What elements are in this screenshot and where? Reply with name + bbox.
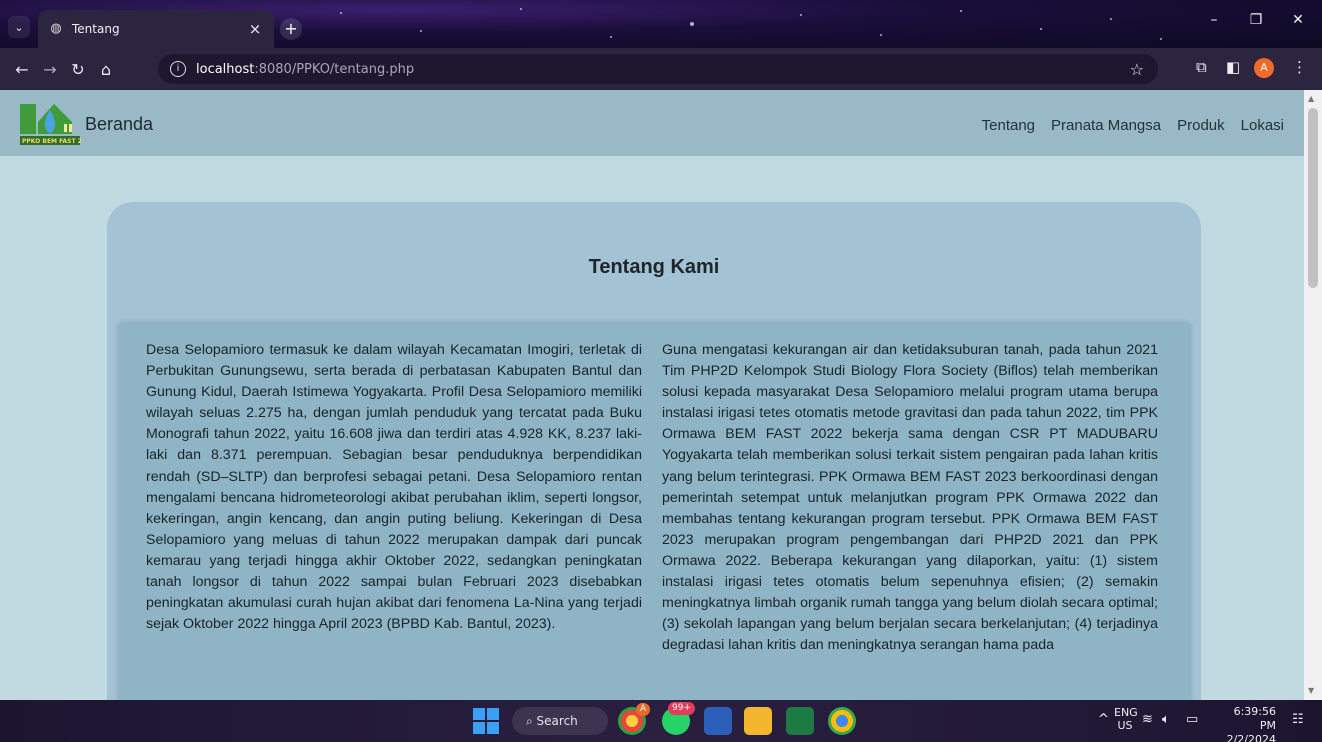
notification-badge: A	[636, 703, 651, 716]
url-host: localhost	[196, 61, 255, 77]
bookmark-star-icon[interactable]: ☆	[1130, 60, 1144, 79]
os-taskbar: ⌕ Search A 99+ ^ ENG US ≋ 🔈︎ ▭ 6:39:56 PM…	[0, 700, 1322, 742]
about-card: Tentang Kami Desa Selopamioro termasuk k…	[107, 202, 1201, 700]
scroll-down-icon[interactable]: ▼	[1308, 686, 1314, 695]
address-bar[interactable]: i localhost:8080/PPKO/tentang.php ☆	[158, 54, 1158, 84]
nav-link-tentang[interactable]: Tentang	[982, 117, 1035, 134]
nav-link-lokasi[interactable]: Lokasi	[1241, 117, 1284, 134]
side-panel-icon[interactable]: ◧	[1226, 58, 1240, 76]
restore-button[interactable]: ❐	[1236, 12, 1276, 28]
page-scrollbar[interactable]: ▲ ▼	[1304, 90, 1322, 700]
excel-icon[interactable]	[786, 707, 814, 735]
globe-icon: ◍	[50, 21, 62, 36]
tab-title: Tentang	[72, 22, 120, 36]
windows-start-icon[interactable]	[472, 707, 500, 735]
nav-link-produk[interactable]: Produk	[1177, 117, 1225, 134]
volume-icon[interactable]: 🔈︎	[1162, 712, 1170, 727]
browser-toolbar: ← → ↻ ⌂ i localhost:8080/PPKO/tentang.ph…	[0, 48, 1322, 90]
back-icon[interactable]: ←	[8, 60, 36, 79]
tray-overflow-icon[interactable]: ^	[1098, 712, 1109, 727]
site-navbar: PPKO BEM FAST 2023 Beranda Tentang Prana…	[0, 90, 1304, 156]
site-logo[interactable]: PPKO BEM FAST 2023	[20, 100, 82, 146]
clock-time: 6:39:56 PM	[1233, 705, 1276, 732]
page-title: Tentang Kami	[588, 256, 720, 278]
file-explorer-icon[interactable]	[744, 707, 772, 735]
battery-icon[interactable]: ▭	[1186, 712, 1198, 727]
extensions-icon[interactable]: ⧉	[1196, 58, 1207, 76]
word-icon[interactable]	[704, 707, 732, 735]
close-window-button[interactable]: ✕	[1278, 12, 1318, 28]
lang-primary: ENG	[1114, 706, 1138, 719]
svg-text:PPKO BEM FAST 2023: PPKO BEM FAST 2023	[22, 138, 82, 145]
url-path: :8080/PPKO/tentang.php	[254, 61, 415, 77]
browser-tab[interactable]: ◍ Tentang ×	[38, 10, 274, 48]
site-info-icon[interactable]: i	[170, 61, 186, 77]
wifi-icon[interactable]: ≋	[1142, 712, 1153, 727]
forward-icon[interactable]: →	[36, 60, 64, 79]
language-indicator[interactable]: ENG US	[1114, 706, 1138, 732]
notifications-icon[interactable]: ☷	[1292, 712, 1304, 727]
home-icon[interactable]: ⌂	[92, 60, 120, 79]
profile-avatar[interactable]: A	[1254, 58, 1274, 78]
scrollbar-thumb[interactable]	[1308, 108, 1318, 288]
whatsapp-badge: 99+	[668, 702, 695, 715]
chrome-icon[interactable]	[828, 707, 856, 735]
clock[interactable]: 6:39:56 PM 2/2/2024	[1216, 705, 1276, 742]
scroll-up-icon[interactable]: ▲	[1308, 94, 1314, 103]
taskbar-search-label: Search	[536, 714, 578, 728]
about-text-panel: Desa Selopamioro termasuk ke dalam wilay…	[118, 322, 1191, 700]
browser-menu-icon[interactable]: ⋮	[1292, 58, 1307, 76]
clock-date: 2/2/2024	[1226, 733, 1276, 742]
web-page: PPKO BEM FAST 2023 Beranda Tentang Prana…	[0, 90, 1304, 700]
brand-link[interactable]: Beranda	[85, 114, 153, 135]
new-tab-button[interactable]: +	[280, 18, 302, 40]
main-nav: Tentang Pranata Mangsa Produk Lokasi	[982, 117, 1284, 134]
lang-secondary: US	[1117, 719, 1133, 732]
about-paragraph-left: Desa Selopamioro termasuk ke dalam wilay…	[146, 342, 642, 633]
browser-tab-strip: ⌄ ◍ Tentang × + – ❐ ✕	[0, 0, 1322, 48]
taskbar-search[interactable]: ⌕ Search	[512, 707, 608, 735]
nav-link-pranata-mangsa[interactable]: Pranata Mangsa	[1051, 117, 1161, 134]
close-icon[interactable]: ×	[246, 20, 264, 38]
about-paragraph-right: Guna mengatasi kekurangan air dan ketida…	[662, 342, 1158, 654]
minimize-button[interactable]: –	[1194, 12, 1234, 28]
reload-icon[interactable]: ↻	[64, 60, 92, 79]
tab-search-button[interactable]: ⌄	[8, 16, 30, 38]
